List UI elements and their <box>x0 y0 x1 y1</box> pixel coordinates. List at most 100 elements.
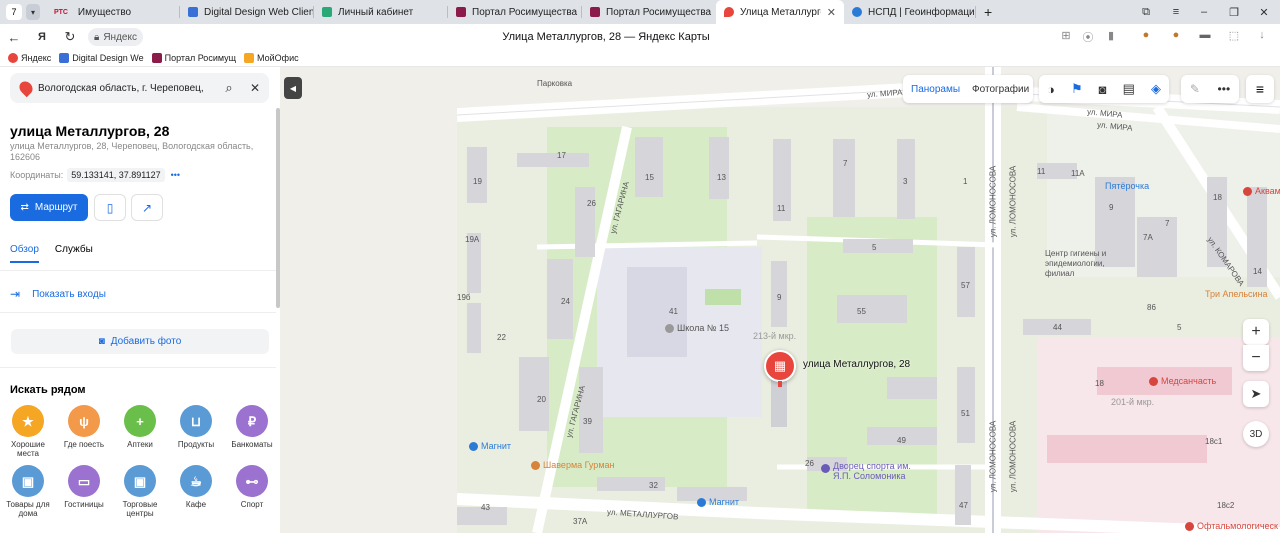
ruler-icon[interactable]: ✎ <box>1190 82 1200 96</box>
category-pharmacy[interactable]: + Аптеки <box>112 405 168 449</box>
bus-icon[interactable]: ▤ <box>1123 81 1135 97</box>
pyaterochka-poi[interactable]: Пятёрочка <box>1105 181 1149 191</box>
house-number: 11 <box>777 204 786 213</box>
bookmark-rosim[interactable]: Портал Росимущ <box>151 53 236 63</box>
extension-icon[interactable]: ● <box>1168 29 1184 41</box>
house-number: 20 <box>537 395 546 404</box>
collapse-panel-button[interactable]: ◀ <box>284 77 302 99</box>
house-number: 86 <box>1147 303 1156 312</box>
more-icon[interactable]: ••• <box>1218 82 1231 96</box>
school-label[interactable]: Школа № 15 <box>665 323 729 333</box>
coordinates-value[interactable]: 59.133141, 37.891127 <box>67 168 165 182</box>
house-number: 7А <box>1143 233 1153 242</box>
ruble-icon: ₽ <box>236 405 268 437</box>
tabs-dropdown-icon[interactable]: ▾ <box>26 4 40 20</box>
star-pin-icon: ★ <box>12 405 44 437</box>
close-tab-icon[interactable]: ✕ <box>827 6 836 19</box>
route-icon: ⇄ <box>20 202 29 213</box>
street-label: ул. ЛОМОНОСОВА <box>1008 420 1018 493</box>
bookmark-digital-design[interactable]: Digital Design We <box>59 53 144 63</box>
medsanchast-poi[interactable]: Медсанчасть <box>1149 376 1216 386</box>
category-home-goods[interactable]: ▣ Товары для дома <box>0 465 56 518</box>
tabs-manager-icon[interactable]: ⧉ <box>1132 0 1160 24</box>
tab-personal-cabinet[interactable]: Личный кабинет <box>314 0 448 24</box>
nearby-title: Искать рядом <box>10 384 86 396</box>
tab-rts[interactable]: РТС Имущество <box>46 0 180 24</box>
house-number: 32 <box>649 481 658 490</box>
menu-button[interactable]: ≡ <box>1246 75 1274 103</box>
download-icon[interactable]: ↓ <box>1254 29 1270 41</box>
house-number: 5 <box>872 243 877 252</box>
tab-digital-design[interactable]: Digital Design Web Client <box>180 0 314 24</box>
magnit-poi[interactable]: Магнит <box>469 441 511 451</box>
photos-button[interactable]: Фотографии <box>972 84 1029 95</box>
show-entrances-link[interactable]: ⇥ Показать входы <box>10 287 106 301</box>
tab-overview[interactable]: Обзор <box>10 244 39 263</box>
bookmark-yandex[interactable]: Яндекс <box>8 53 51 63</box>
map-canvas[interactable]: ул. МИРА ул. МИРА ул. МИРА ул. ГАГАРИНА … <box>457 67 1280 533</box>
share-button[interactable]: ↗ <box>131 194 163 221</box>
house-number: 57 <box>961 281 970 290</box>
bookmark-label: МойОфис <box>257 53 299 63</box>
category-groceries[interactable]: ⊔ Продукты <box>168 405 224 449</box>
tab-rosim-1[interactable]: Портал Росимущества <box>448 0 582 24</box>
magnit-poi[interactable]: Магнит <box>697 497 739 507</box>
route-button[interactable]: ⇄ Маршрут <box>10 194 88 221</box>
yandex-icon <box>8 53 18 63</box>
close-window-icon[interactable]: ✕ <box>1250 0 1278 24</box>
tab-rosim-2[interactable]: Портал Росимущества <box>582 0 716 24</box>
category-good-places[interactable]: ★ Хорошие места <box>0 405 56 458</box>
zoom-out-button[interactable]: − <box>1243 345 1269 371</box>
new-tab-button[interactable]: + <box>976 0 1000 24</box>
extension-icon[interactable]: ● <box>1138 29 1154 41</box>
ophthalmology-poi[interactable]: Офтальмологическ <box>1185 521 1278 531</box>
location-icon[interactable]: ⦿ <box>1080 29 1096 45</box>
divider <box>0 367 276 368</box>
collections-icon[interactable]: ⬚ <box>1226 29 1242 42</box>
panoramas-button[interactable]: Панорамы <box>911 84 960 95</box>
layers-icon[interactable]: ◑ <box>1047 82 1055 97</box>
tab-counter[interactable]: 7 <box>6 4 22 20</box>
tri-apelsina-poi[interactable]: Три Апельсина <box>1205 289 1268 299</box>
bookmark-button[interactable]: ▯ <box>94 194 126 221</box>
sports-palace-poi[interactable]: Дворец спорта им. Я.П. Соломоника <box>821 461 911 481</box>
map-view-toggle: Панорамы Фотографии <box>903 75 1033 103</box>
more-icon[interactable]: ••• <box>171 170 180 180</box>
category-malls[interactable]: ▣ Торговые центры <box>112 465 168 518</box>
category-label: Кафе <box>185 500 207 509</box>
clear-icon[interactable]: ✕ <box>241 81 269 95</box>
search-input[interactable]: Вологодская область, г. Череповец, <box>38 83 217 94</box>
translate-icon[interactable]: ⊞ <box>1058 29 1074 42</box>
search-icon[interactable]: ⌕ <box>217 80 241 96</box>
location-marker-icon[interactable]: ▦ <box>764 350 796 382</box>
akvamarin-poi[interactable]: Аквама <box>1243 186 1280 196</box>
restore-icon[interactable]: ❐ <box>1220 0 1248 24</box>
bookmark-icon[interactable]: ▮ <box>1103 29 1119 42</box>
tab-yandex-maps[interactable]: Улица Металлургов, 28 ✕ <box>716 0 844 24</box>
map-type-icon[interactable]: ◈ <box>1151 81 1161 97</box>
category-hotels[interactable]: ▭ Гостиницы <box>56 465 112 509</box>
extension-icon[interactable]: ▬ <box>1197 29 1213 41</box>
locate-button[interactable]: ➤ <box>1243 381 1269 407</box>
category-atm[interactable]: ₽ Банкоматы <box>224 405 280 449</box>
search-box[interactable]: Вологодская область, г. Череповец, ⌕ ✕ <box>10 73 269 103</box>
shop-icon <box>469 441 478 451</box>
menu-icon[interactable]: ≡ <box>1162 0 1190 24</box>
basket-icon: ⊔ <box>180 405 212 437</box>
food-icon <box>531 460 540 470</box>
tab-services[interactable]: Службы <box>55 244 93 263</box>
category-cafe[interactable]: ☕︎ Кафе <box>168 465 224 509</box>
category-food[interactable]: ψ Где поесть <box>56 405 112 449</box>
category-sport[interactable]: ⊷ Спорт <box>224 465 280 509</box>
bookmark-myoffice[interactable]: МойОфис <box>244 53 299 63</box>
add-photo-button[interactable]: ◙ Добавить фото <box>11 329 269 354</box>
3d-button[interactable]: 3D <box>1243 421 1269 447</box>
camera-icon[interactable]: ◙ <box>1099 82 1107 97</box>
transit-map-icon[interactable]: ⚑ <box>1071 81 1083 97</box>
center-label: Центр гигиены и эпидемиологии, филиал <box>1045 249 1107 278</box>
cross-icon: + <box>124 405 156 437</box>
tab-nspd[interactable]: НСПД | Геоинформацио <box>844 0 976 24</box>
shawarma-poi[interactable]: Шаверма Гурман <box>531 460 614 470</box>
zoom-in-button[interactable]: + <box>1243 319 1269 345</box>
minimize-icon[interactable]: – <box>1190 0 1218 24</box>
